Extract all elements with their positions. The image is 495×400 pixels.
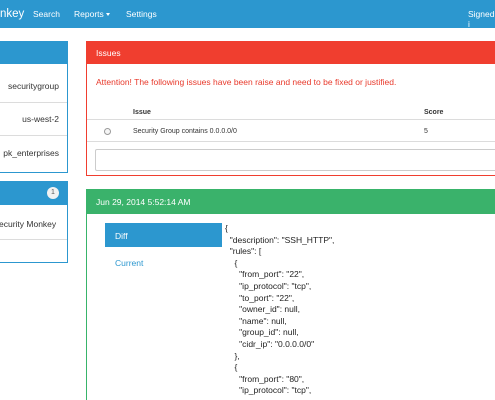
nav-reports-label: Reports [74, 9, 104, 19]
table-divider [87, 141, 495, 142]
nav-reports-dropdown[interactable]: Reports [74, 9, 110, 19]
issues-header: Issues [87, 42, 495, 64]
table-divider [87, 119, 495, 120]
comments-header: 1 [0, 182, 67, 205]
signed-in-user[interactable]: Signed i [468, 9, 495, 29]
item-region: us-west-2 [22, 114, 59, 124]
tab-current[interactable]: Current [115, 258, 143, 268]
divider [0, 239, 67, 240]
tab-diff-label: Diff [115, 231, 128, 241]
issues-panel: Issues Attention! The following issues h… [86, 41, 495, 176]
chevron-down-icon [105, 13, 110, 17]
item-summary-panel: securitygroup us-west-2 pk_enterprises [0, 41, 68, 173]
issues-title: Issues [96, 48, 121, 58]
divider [0, 135, 67, 136]
revision-panel: Jun 29, 2014 5:52:14 AM Diff Current { "… [86, 189, 495, 400]
issue-score: 5 [424, 128, 428, 135]
issue-description: Security Group contains 0.0.0.0/0 [133, 128, 237, 135]
revision-header: Jun 29, 2014 5:52:14 AM [87, 190, 495, 214]
nav-settings-link[interactable]: Settings [126, 9, 157, 19]
tab-diff[interactable]: Diff [105, 223, 222, 247]
revision-date: Jun 29, 2014 5:52:14 AM [96, 197, 191, 207]
column-header-score: Score [424, 109, 444, 116]
divider [0, 102, 67, 103]
issues-attention-message: Attention! The following issues have bee… [96, 77, 397, 87]
nav-search-link[interactable]: Search [33, 9, 60, 19]
justification-input[interactable] [95, 149, 495, 171]
column-header-issue: Issue [133, 109, 151, 116]
brand-title[interactable]: nkey [0, 8, 24, 20]
comment-author: ecurity Monkey [0, 219, 57, 229]
item-account[interactable]: pk_enterprises [0, 148, 67, 158]
revision-config-json: { "description": "SSH_HTTP", "rules": [ … [225, 223, 335, 396]
top-navbar: nkey Search Reports Settings Signed i [0, 0, 495, 29]
issue-select-checkbox[interactable] [104, 128, 111, 135]
comment-count-badge: 1 [47, 187, 59, 199]
item-technology: securitygroup [7, 81, 59, 91]
comments-panel: 1 ecurity Monkey [0, 181, 68, 263]
item-summary-header [0, 42, 67, 64]
